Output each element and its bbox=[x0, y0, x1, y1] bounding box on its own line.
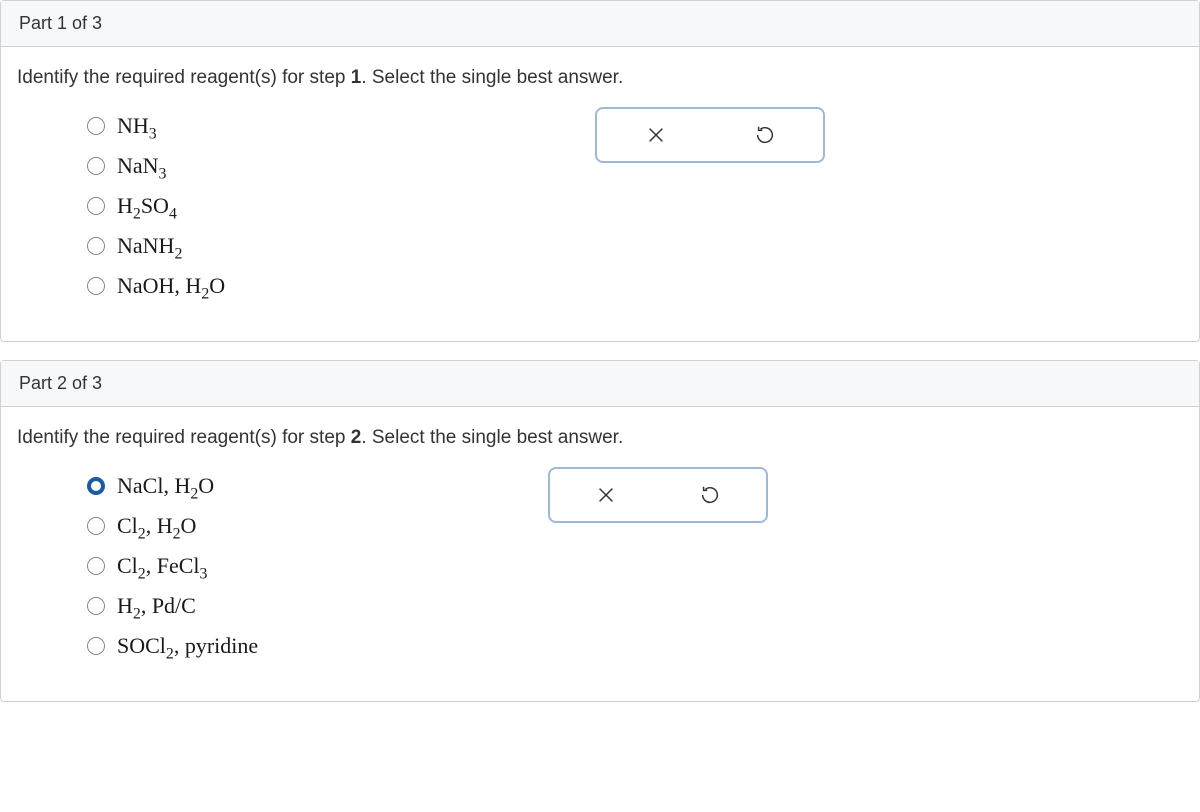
reset-icon bbox=[754, 124, 776, 146]
reset-button[interactable] bbox=[749, 119, 781, 151]
radio-icon[interactable] bbox=[87, 157, 105, 175]
reset-button[interactable] bbox=[694, 479, 726, 511]
p2-option-3[interactable]: Cl2, FeCl3 bbox=[87, 553, 258, 579]
clear-button[interactable] bbox=[590, 479, 622, 511]
p2-button-panel bbox=[548, 467, 768, 523]
q2-step: 2 bbox=[351, 427, 362, 448]
radio-icon[interactable] bbox=[87, 277, 105, 295]
p1-button-panel-wrap bbox=[595, 107, 825, 163]
clear-button[interactable] bbox=[640, 119, 672, 151]
p2-option-4-label: H2, Pd/C bbox=[117, 593, 196, 619]
part-2-body: Identify the required reagent(s) for ste… bbox=[1, 407, 1199, 701]
p1-option-3[interactable]: H2SO4 bbox=[87, 193, 225, 219]
q1-step: 1 bbox=[351, 67, 362, 88]
q2-prefix: Identify the required reagent(s) for ste… bbox=[17, 427, 351, 448]
radio-icon[interactable] bbox=[87, 637, 105, 655]
p1-button-panel bbox=[595, 107, 825, 163]
p2-button-panel-wrap bbox=[548, 467, 768, 523]
close-icon bbox=[645, 124, 667, 146]
part-1-question: Identify the required reagent(s) for ste… bbox=[17, 67, 1183, 89]
reset-icon bbox=[699, 484, 721, 506]
part-2-header: Part 2 of 3 bbox=[1, 361, 1199, 407]
part-2-container: Part 2 of 3 Identify the required reagen… bbox=[0, 360, 1200, 702]
p1-option-4[interactable]: NaNH2 bbox=[87, 233, 225, 259]
close-icon bbox=[595, 484, 617, 506]
p2-option-1[interactable]: NaCl, H2O bbox=[87, 473, 258, 499]
p1-option-3-label: H2SO4 bbox=[117, 193, 177, 219]
part-1-options: NH3 NaN3 H2SO4 NaNH2 NaOH, H2O bbox=[17, 113, 225, 313]
p1-option-1-label: NH3 bbox=[117, 113, 157, 139]
p2-option-5-label: SOCl2, pyridine bbox=[117, 633, 258, 659]
p2-option-2[interactable]: Cl2, H2O bbox=[87, 513, 258, 539]
part-2-options: NaCl, H2O Cl2, H2O Cl2, FeCl3 H2, Pd/C S… bbox=[17, 473, 258, 673]
part-2-content-row: NaCl, H2O Cl2, H2O Cl2, FeCl3 H2, Pd/C S… bbox=[17, 473, 1183, 673]
radio-icon[interactable] bbox=[87, 557, 105, 575]
part-1-header: Part 1 of 3 bbox=[1, 1, 1199, 47]
p1-option-5-label: NaOH, H2O bbox=[117, 273, 225, 299]
radio-icon[interactable] bbox=[87, 117, 105, 135]
part-1-body: Identify the required reagent(s) for ste… bbox=[1, 47, 1199, 341]
radio-icon[interactable] bbox=[87, 237, 105, 255]
p2-option-1-label: NaCl, H2O bbox=[117, 473, 214, 499]
q2-suffix: . Select the single best answer. bbox=[361, 427, 623, 448]
p1-option-2-label: NaN3 bbox=[117, 153, 166, 179]
part-1-content-row: NH3 NaN3 H2SO4 NaNH2 NaOH, H2O bbox=[17, 113, 1183, 313]
p2-option-4[interactable]: H2, Pd/C bbox=[87, 593, 258, 619]
part-2-question: Identify the required reagent(s) for ste… bbox=[17, 427, 1183, 449]
radio-icon[interactable] bbox=[87, 517, 105, 535]
p2-option-5[interactable]: SOCl2, pyridine bbox=[87, 633, 258, 659]
q1-suffix: . Select the single best answer. bbox=[361, 67, 623, 88]
p1-option-5[interactable]: NaOH, H2O bbox=[87, 273, 225, 299]
radio-icon[interactable] bbox=[87, 597, 105, 615]
p1-option-2[interactable]: NaN3 bbox=[87, 153, 225, 179]
p2-option-2-label: Cl2, H2O bbox=[117, 513, 196, 539]
p1-option-1[interactable]: NH3 bbox=[87, 113, 225, 139]
p1-option-4-label: NaNH2 bbox=[117, 233, 182, 259]
p2-option-3-label: Cl2, FeCl3 bbox=[117, 553, 207, 579]
radio-icon[interactable] bbox=[87, 197, 105, 215]
q1-prefix: Identify the required reagent(s) for ste… bbox=[17, 67, 351, 88]
part-1-container: Part 1 of 3 Identify the required reagen… bbox=[0, 0, 1200, 342]
radio-icon-selected[interactable] bbox=[87, 477, 105, 495]
